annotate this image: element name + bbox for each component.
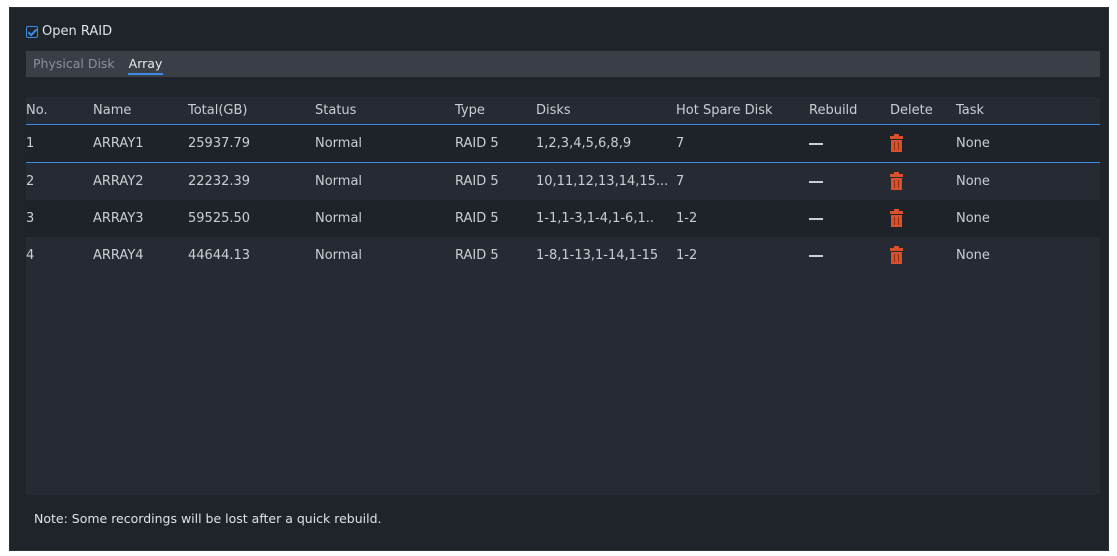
cell-task: None [956,200,1100,237]
open-raid-checkbox-icon[interactable] [26,25,38,38]
cell-type: RAID 5 [455,237,536,274]
open-raid-toggle[interactable]: Open RAID [26,24,112,39]
cell-name: ARRAY1 [93,124,188,163]
cell-delete [890,200,956,237]
tab-physical-disk[interactable]: Physical Disk [26,51,122,77]
col-header-rebuild: Rebuild [809,97,890,125]
cell-no: 2 [26,162,93,200]
trash-icon[interactable] [890,246,903,264]
cell-type: RAID 5 [455,200,536,237]
dash-icon [809,180,823,183]
cell-rebuild [809,124,890,163]
cell-type: RAID 5 [455,162,536,200]
col-header-hot-spare: Hot Spare Disk [676,97,809,125]
cell-rebuild [809,237,890,274]
cell-status: Normal [315,200,455,237]
cell-hot-spare: 1-2 [676,237,809,274]
cell-status: Normal [315,162,455,200]
cell-rebuild [809,162,890,200]
raid-settings-window: Open RAID Physical Disk Array No. Name T… [9,7,1109,551]
cell-total: 25937.79 [188,124,315,163]
cell-name: ARRAY2 [93,162,188,200]
col-header-type: Type [455,97,536,125]
cell-total: 22232.39 [188,162,315,200]
table-row[interactable]: 1 ARRAY1 25937.79 Normal RAID 5 1,2,3,4,… [26,124,1100,163]
cell-type: RAID 5 [455,124,536,163]
col-header-disks: Disks [536,97,676,125]
array-table-panel: No. Name Total(GB) Status Type Disks Hot… [26,97,1100,495]
cell-no: 1 [26,124,93,163]
trash-icon[interactable] [890,134,903,152]
table-header-row: No. Name Total(GB) Status Type Disks Hot… [26,97,1100,125]
cell-task: None [956,162,1100,200]
cell-name: ARRAY3 [93,200,188,237]
col-header-status: Status [315,97,455,125]
cell-total: 59525.50 [188,200,315,237]
cell-delete [890,124,956,163]
cell-hot-spare: 1-2 [676,200,809,237]
trash-icon[interactable] [890,172,903,190]
dash-icon [809,142,823,145]
cell-disks: 10,11,12,13,14,15... [536,162,676,200]
open-raid-label: Open RAID [42,24,113,39]
cell-disks: 1,2,3,4,5,6,8,9 [536,124,676,163]
cell-hot-spare: 7 [676,124,809,163]
cell-task: None [956,124,1100,163]
table-row[interactable]: 3 ARRAY3 59525.50 Normal RAID 5 1-1,1-3,… [26,200,1100,237]
trash-icon[interactable] [890,209,903,227]
cell-name: ARRAY4 [93,237,188,274]
col-header-name: Name [93,97,188,125]
cell-disks: 1-8,1-13,1-14,1-15 [536,237,676,274]
tab-array[interactable]: Array [122,51,170,77]
dash-icon [809,217,823,220]
col-header-total: Total(GB) [188,97,315,125]
dash-icon [809,254,823,257]
table-row[interactable]: 2 ARRAY2 22232.39 Normal RAID 5 10,11,12… [26,162,1100,200]
cell-rebuild [809,200,890,237]
cell-delete [890,162,956,200]
col-header-task: Task [956,97,1100,125]
cell-hot-spare: 7 [676,162,809,200]
cell-no: 3 [26,200,93,237]
table-row[interactable]: 4 ARRAY4 44644.13 Normal RAID 5 1-8,1-13… [26,237,1100,274]
cell-total: 44644.13 [188,237,315,274]
rebuild-note: Note: Some recordings will be lost after… [34,511,382,526]
col-header-delete: Delete [890,97,956,125]
cell-task: None [956,237,1100,274]
cell-status: Normal [315,237,455,274]
cell-disks: 1-1,1-3,1-4,1-6,1.. [536,200,676,237]
col-header-no: No. [26,97,93,125]
tab-bar: Physical Disk Array [26,51,1100,77]
cell-no: 4 [26,237,93,274]
cell-delete [890,237,956,274]
array-table: No. Name Total(GB) Status Type Disks Hot… [26,97,1100,274]
cell-status: Normal [315,124,455,163]
